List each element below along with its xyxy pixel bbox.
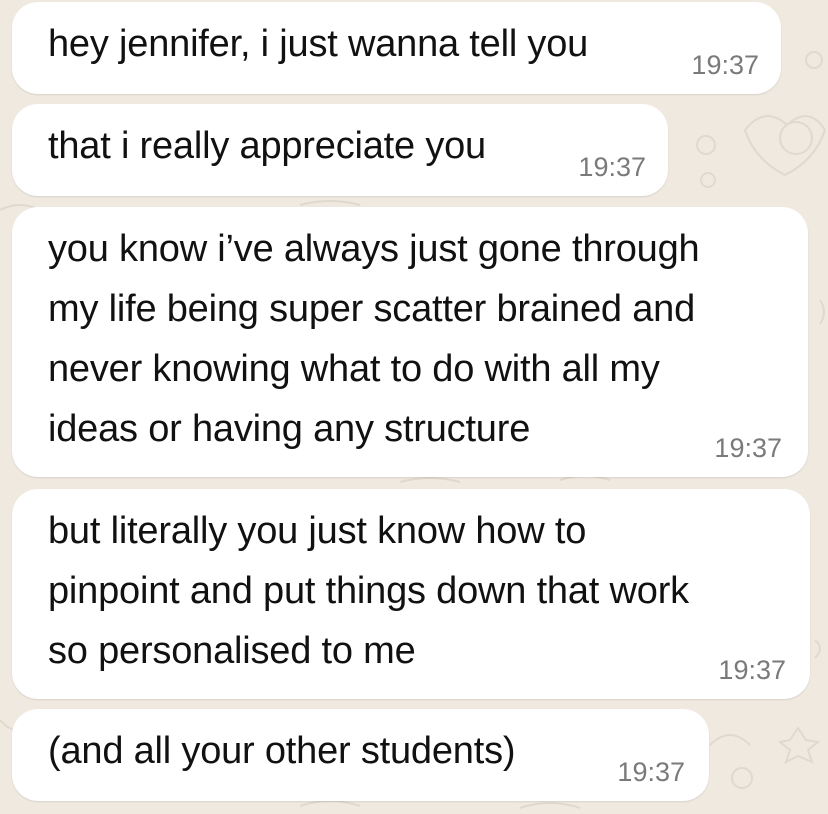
message-timestamp: 19:37	[718, 655, 786, 685]
message-bubble[interactable]: (and all your other students) 19:37	[12, 709, 709, 801]
message-list[interactable]: hey jennifer, i just wanna tell you 19:3…	[0, 0, 828, 814]
message-text: you know i’ve always just gone through m…	[48, 228, 700, 450]
message-text: that i really appreciate you	[48, 125, 486, 167]
message-timestamp: 19:37	[691, 50, 759, 80]
message-text: hey jennifer, i just wanna tell you	[48, 23, 589, 65]
message-timestamp: 19:37	[617, 757, 685, 787]
message-bubble[interactable]: that i really appreciate you 19:37	[12, 104, 668, 196]
message-text: but literally you just know how to pinpo…	[48, 510, 689, 672]
message-timestamp: 19:37	[714, 433, 782, 463]
message-bubble[interactable]: you know i’ve always just gone through m…	[12, 207, 808, 477]
message-timestamp: 19:37	[578, 152, 646, 182]
message-bubble[interactable]: hey jennifer, i just wanna tell you 19:3…	[12, 2, 781, 94]
message-bubble[interactable]: but literally you just know how to pinpo…	[12, 489, 810, 699]
message-text: (and all your other students)	[48, 730, 516, 772]
